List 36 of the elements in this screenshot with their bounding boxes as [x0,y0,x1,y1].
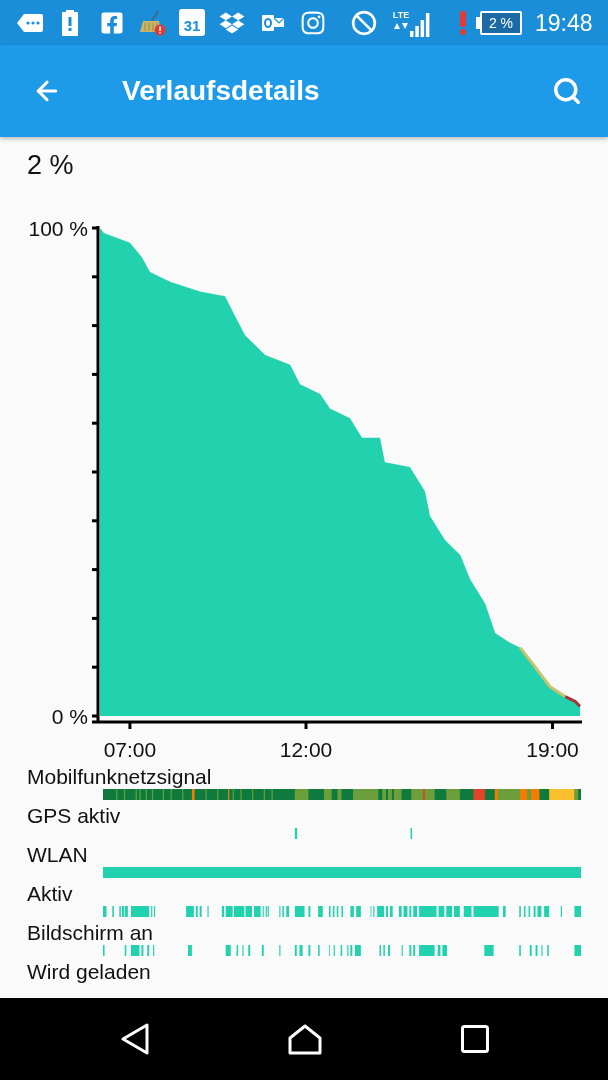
back-triangle-icon [120,1023,150,1055]
y-tick-label: 100 % [28,216,88,240]
network-type: LTE [392,9,410,20]
square-icon [461,1025,489,1053]
alert-icon [459,10,467,35]
timeline-label: Wird geladen [27,960,151,984]
gps-activity-mark [410,828,413,839]
timeline-label: Mobilfunknetzsignal [27,765,212,789]
mail-icon [262,13,284,32]
data-arrows-icon [394,20,408,29]
low-battery-edge-drawing [518,646,567,698]
y-tick-label: 0 % [51,704,88,728]
timeline-label: Aktiv [27,882,73,906]
timeline-label: GPS aktiv [27,804,121,828]
calendar-icon: 31 [179,9,205,36]
search-icon [552,76,582,106]
broom-icon [138,9,166,36]
timeline-label: WLAN [27,843,88,867]
critical-battery-edge-drawing [564,695,582,708]
timeline-label: Bildschirm an [27,921,154,945]
x-tick-label: 19:00 [526,738,579,761]
x-tick-label: 12:00 [279,738,333,761]
screen-title: Verlaufsdetails [122,74,320,108]
facebook-icon [100,10,124,35]
current-battery-level: 2 % [27,149,74,181]
signal-icon [410,12,430,37]
dropbox-icon [219,10,245,35]
battery-alert-icon [62,9,78,36]
camera-icon [300,9,326,36]
home-icon [288,1023,322,1055]
gps-activity-mark [294,828,298,839]
do-not-disturb-icon [351,9,377,36]
battery-percentage: 2 % [488,14,514,31]
message-tag-icon [17,13,43,32]
x-tick-label: 07:00 [103,738,157,761]
clock-time: 19:48 [535,9,593,36]
